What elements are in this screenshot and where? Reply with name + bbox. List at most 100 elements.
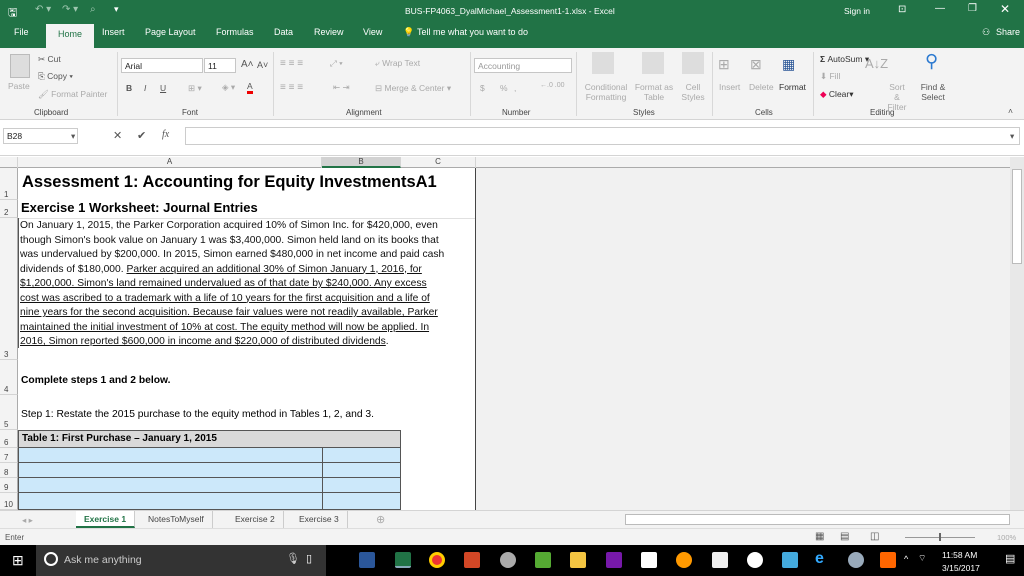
redo-icon[interactable]: ↷ ▾ <box>62 4 78 15</box>
collapse-ribbon-icon[interactable]: ˄ <box>1008 106 1013 116</box>
wrap-text-button[interactable]: ⤶ Wrap Text <box>375 58 420 69</box>
zoom-slider-thumb[interactable] <box>939 533 941 541</box>
tab-formulas[interactable]: Formulas <box>216 27 254 37</box>
onenote-icon[interactable] <box>606 552 622 568</box>
tab-view[interactable]: View <box>363 27 382 37</box>
ribbon-display-icon[interactable]: ⊡ <box>898 4 906 15</box>
row-header-8[interactable]: 8 <box>0 463 18 478</box>
app-icon-2[interactable] <box>782 552 798 568</box>
paste-icon[interactable] <box>10 54 30 78</box>
clear-button[interactable]: ◆ Clear▾ <box>820 89 854 100</box>
format-as-table-button[interactable]: Format as Table <box>634 82 674 102</box>
wifi-icon[interactable]: ⌔ <box>918 553 926 564</box>
row-header-1[interactable]: 1 <box>0 168 18 200</box>
underline-button[interactable]: U <box>160 83 166 93</box>
excel-icon[interactable] <box>395 552 411 568</box>
increase-font-icon[interactable]: A˄ <box>241 59 254 70</box>
page-break-view-icon[interactable]: ◫ <box>870 531 879 542</box>
row-header-2[interactable]: 2 <box>0 200 18 218</box>
show-hidden-icons[interactable]: ^ <box>904 554 908 564</box>
store-icon[interactable] <box>641 552 657 568</box>
sheet-subtitle[interactable]: Exercise 1 Worksheet: Journal Entries <box>21 200 258 215</box>
decrease-font-icon[interactable]: A˅ <box>257 60 268 70</box>
share-icon[interactable]: ⚇ <box>982 27 990 38</box>
undo-icon[interactable]: ↶ ▾ <box>35 4 51 15</box>
row-header-5[interactable]: 5 <box>0 395 18 430</box>
row-header-10[interactable]: 10 <box>0 493 18 510</box>
tab-insert[interactable]: Insert <box>102 27 125 37</box>
app-icon-3[interactable] <box>848 552 864 568</box>
webcam-icon[interactable] <box>500 552 516 568</box>
insert-button[interactable]: Insert <box>719 82 740 92</box>
notification-app-icon[interactable] <box>880 552 896 568</box>
find-select-button[interactable]: Find & Select <box>914 82 952 102</box>
vertical-scrollbar[interactable] <box>1010 157 1024 510</box>
column-header-c[interactable]: C <box>401 157 476 168</box>
customize-qat-icon[interactable]: ▾ <box>114 4 119 15</box>
new-sheet-icon[interactable]: ⊕ <box>376 513 385 526</box>
expand-formula-icon[interactable]: ▾ <box>1010 131 1014 142</box>
format-button[interactable]: Format <box>779 82 806 92</box>
tell-me-input[interactable]: Tell me what you want to do <box>417 27 528 37</box>
table1-header[interactable]: Table 1: First Purchase – January 1, 201… <box>18 430 401 448</box>
percent-button[interactable]: % <box>500 83 508 93</box>
table-row[interactable] <box>18 448 401 463</box>
powerpoint-icon[interactable] <box>464 552 480 568</box>
row-header-4[interactable]: 4 <box>0 360 18 395</box>
vertical-align-icons[interactable]: ≡ ≡ ≡ <box>280 58 303 69</box>
edge-icon[interactable]: e <box>815 550 824 568</box>
zoom-level[interactable]: 100% <box>997 533 1016 542</box>
autosum-button[interactable]: Σ AutoSum ▾ <box>820 54 869 65</box>
conditional-formatting-button[interactable]: Conditional Formatting <box>580 82 632 102</box>
fill-color-icon[interactable]: ◈ ▾ <box>222 82 235 93</box>
horizontal-align-icons[interactable]: ≡ ≡ ≡ <box>280 82 303 93</box>
normal-view-icon[interactable]: ▦ <box>815 531 824 542</box>
indent-icons[interactable]: ⇤ ⇥ <box>333 82 350 93</box>
prev-sheet-icon[interactable]: ◂ ▸ <box>22 515 33 526</box>
action-center-icon[interactable]: ▤ <box>1005 552 1015 565</box>
file-explorer-icon[interactable] <box>570 552 586 568</box>
column-header-a[interactable]: A <box>18 157 322 168</box>
paste-button[interactable]: Paste <box>8 81 30 91</box>
calculator-icon[interactable] <box>712 552 728 568</box>
table-row[interactable] <box>18 463 401 478</box>
name-box[interactable]: B28 <box>3 128 78 144</box>
number-format-select[interactable]: Accounting <box>474 58 572 73</box>
tab-data[interactable]: Data <box>274 27 293 37</box>
word-icon[interactable] <box>359 552 375 568</box>
enter-icon[interactable]: ✔ <box>137 129 146 142</box>
windows-start-icon[interactable]: ⊞ <box>12 552 24 569</box>
column-header-b[interactable]: B <box>322 157 401 168</box>
scrollbar-thumb[interactable] <box>1012 169 1022 264</box>
delete-button[interactable]: Delete <box>749 82 774 92</box>
tab-review[interactable]: Review <box>314 27 344 37</box>
sheet-tab-notes[interactable]: NotesToMyself <box>140 511 213 528</box>
currency-button[interactable]: $ <box>480 83 485 93</box>
cut-button[interactable]: ✂ Cut <box>38 54 61 65</box>
name-box-dropdown-icon[interactable]: ▾ <box>71 131 75 142</box>
formula-input[interactable] <box>185 127 1020 145</box>
sheet-tab-exercise-2[interactable]: Exercise 2 <box>227 511 284 528</box>
tab-page-layout[interactable]: Page Layout <box>145 27 196 37</box>
step-intro[interactable]: Complete steps 1 and 2 below. <box>21 375 171 386</box>
table-row[interactable] <box>18 478 401 493</box>
row-header-7[interactable]: 7 <box>0 448 18 463</box>
cell-styles-button[interactable]: Cell Styles <box>678 82 708 102</box>
minimize-icon[interactable]: — <box>935 3 945 14</box>
row-header-6[interactable]: 6 <box>0 430 18 448</box>
search-box[interactable]: Ask me anything 🎙 <box>36 545 326 576</box>
cancel-icon[interactable]: ✕ <box>113 129 122 142</box>
tab-file[interactable]: File <box>14 27 29 37</box>
table-row[interactable] <box>18 493 401 510</box>
bold-button[interactable]: B <box>126 83 132 93</box>
row-header-9[interactable]: 9 <box>0 478 18 493</box>
font-color-icon[interactable]: A <box>247 82 253 94</box>
format-painter-button[interactable]: 🖌 Format Painter <box>38 89 107 100</box>
app-icon[interactable] <box>535 552 551 568</box>
page-layout-view-icon[interactable]: ▤ <box>840 531 849 542</box>
orientation-icon[interactable]: ⤢ ▾ <box>330 58 343 69</box>
sign-in-link[interactable]: Sign in <box>844 6 870 16</box>
comma-button[interactable]: , <box>514 83 516 93</box>
task-view-icon[interactable]: ▯ <box>306 552 312 565</box>
chrome-icon[interactable] <box>429 552 445 568</box>
